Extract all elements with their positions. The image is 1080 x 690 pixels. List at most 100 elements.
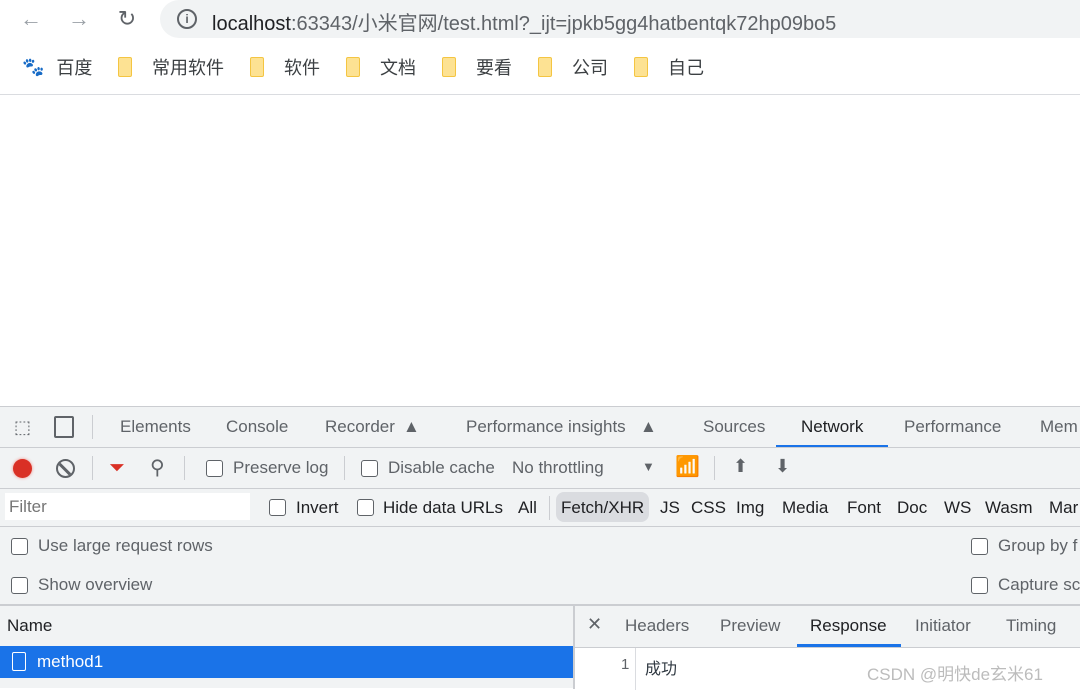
devtools-panel: ⬚ Elements Console Recorder ▲ Performanc…	[0, 406, 1080, 690]
chevron-down-icon: ▼	[642, 459, 655, 474]
folder-icon	[442, 57, 456, 77]
column-header-name[interactable]: Name	[7, 616, 52, 636]
back-button[interactable]: ←	[16, 4, 46, 34]
browser-toolbar: ← → ↻ i localhost:63343/小米官网/test.html?_…	[0, 0, 1080, 40]
bookmark-label: 百度	[56, 58, 93, 78]
filter-type-font[interactable]: Font	[847, 498, 881, 518]
show-overview-label: Show overview	[38, 575, 153, 594]
tab-network[interactable]: Network	[801, 417, 863, 437]
url-host: localhost	[212, 13, 291, 35]
group-by-frame-checkbox[interactable]	[971, 538, 988, 555]
info-icon[interactable]: i	[177, 9, 197, 29]
bookmark-label: 文档	[380, 58, 416, 78]
inspect-element-icon[interactable]: ⬚	[14, 417, 31, 438]
tab-performance-insights[interactable]: Performance insights	[466, 417, 626, 437]
line-number: 1	[621, 656, 630, 673]
flask-icon: ▲	[640, 417, 657, 436]
tab-memory[interactable]: Mem	[1040, 417, 1078, 437]
large-rows-label: Use large request rows	[38, 536, 213, 555]
flask-icon: ▲	[403, 417, 420, 436]
preserve-log-label: Preserve log	[233, 458, 329, 477]
folder-icon	[250, 57, 264, 77]
folder-icon	[538, 57, 552, 77]
bookmark-label: 要看	[476, 58, 512, 78]
disable-cache-label: Disable cache	[388, 458, 495, 477]
filter-type-css[interactable]: CSS	[691, 498, 726, 518]
detail-tab-headers[interactable]: Headers	[625, 616, 689, 636]
bookmark-folder[interactable]: 软件	[250, 54, 320, 80]
bookmarks-bar: 🐾 百度 常用软件 软件 文档 要看 公司 自己	[0, 48, 1080, 86]
filter-input[interactable]	[5, 493, 250, 520]
import-har-icon[interactable]: ⬆	[733, 456, 748, 477]
detail-tab-initiator[interactable]: Initiator	[915, 616, 971, 636]
hide-data-urls-checkbox[interactable]	[357, 499, 374, 516]
devtools-tabs: ⬚ Elements Console Recorder ▲ Performanc…	[0, 407, 1080, 448]
filter-type-all[interactable]: All	[518, 498, 537, 518]
invert-checkbox[interactable]	[269, 499, 286, 516]
group-by-frame-label: Group by f	[998, 536, 1078, 555]
folder-icon	[634, 57, 648, 77]
filter-type-manifest[interactable]: Mar	[1049, 498, 1078, 518]
tab-sources[interactable]: Sources	[703, 417, 765, 437]
filter-type-doc[interactable]: Doc	[897, 498, 927, 518]
device-toolbar-icon[interactable]	[54, 416, 74, 438]
bookmark-label: 公司	[572, 58, 608, 78]
divider	[0, 94, 1080, 95]
response-body[interactable]: 1 成功 CSDN @明快de玄米61	[575, 647, 1080, 690]
filter-type-ws[interactable]: WS	[944, 498, 971, 518]
close-icon[interactable]: ✕	[587, 614, 602, 635]
bookmark-folder[interactable]: 常用软件	[118, 54, 224, 80]
bookmark-folder[interactable]: 公司	[538, 54, 608, 80]
detail-tab-timing[interactable]: Timing	[1006, 616, 1056, 636]
detail-tab-preview[interactable]: Preview	[720, 616, 780, 636]
filter-icon[interactable]: ⏷	[109, 457, 125, 480]
forward-button[interactable]: →	[64, 4, 94, 34]
clear-button[interactable]	[56, 459, 75, 478]
bookmark-baidu[interactable]: 🐾 百度	[22, 54, 92, 80]
detail-tab-response[interactable]: Response	[810, 616, 887, 636]
folder-icon	[346, 57, 360, 77]
bookmark-folder[interactable]: 文档	[346, 54, 416, 80]
filter-bar: Invert Hide data URLs All Fetch/XHR JS C…	[0, 489, 1080, 527]
filter-type-wasm[interactable]: Wasm	[985, 498, 1033, 518]
request-name: method1	[37, 652, 104, 671]
network-conditions-icon[interactable]: 📶	[675, 454, 700, 479]
request-row[interactable]: method1	[0, 646, 574, 678]
requests-list: Name method1	[0, 606, 574, 689]
bookmark-label: 常用软件	[152, 58, 224, 78]
tab-console[interactable]: Console	[226, 417, 288, 437]
network-settings: Use large request rows Show overview Gro…	[0, 527, 1080, 605]
hide-data-urls-label: Hide data URLs	[383, 498, 504, 517]
document-icon	[12, 652, 26, 671]
large-rows-checkbox[interactable]	[11, 538, 28, 555]
watermark: CSDN @明快de玄米61	[867, 665, 1043, 684]
reload-button[interactable]: ↻	[112, 4, 142, 34]
throttling-select[interactable]: No throttling	[512, 458, 604, 478]
capture-screenshots-label: Capture sc	[998, 575, 1080, 594]
network-toolbar: ⏷ ⚲ Preserve log Disable cache No thrott…	[0, 448, 1080, 488]
search-icon[interactable]: ⚲	[150, 455, 165, 480]
folder-icon	[118, 57, 132, 77]
tab-elements[interactable]: Elements	[120, 417, 191, 437]
response-text: 成功	[645, 661, 678, 678]
bookmark-folder[interactable]: 要看	[442, 54, 512, 80]
preserve-log-checkbox[interactable]	[206, 460, 223, 477]
filter-type-js[interactable]: JS	[660, 498, 680, 518]
bookmark-folder[interactable]: 自己	[634, 54, 704, 80]
tab-recorder[interactable]: Recorder	[325, 417, 395, 437]
disable-cache-checkbox[interactable]	[361, 460, 378, 477]
show-overview-checkbox[interactable]	[11, 577, 28, 594]
export-har-icon[interactable]: ⬇	[775, 456, 790, 477]
bookmark-label: 自己	[668, 58, 704, 78]
filter-type-img[interactable]: Img	[736, 498, 764, 518]
capture-screenshots-checkbox[interactable]	[971, 577, 988, 594]
invert-label: Invert	[296, 498, 339, 517]
request-detail: ✕ Headers Preview Response Initiator Tim…	[575, 606, 1080, 690]
url-path: :63343/小米官网/test.html?_ijt=jpkb5gg4hatbe…	[290, 13, 837, 35]
tab-performance[interactable]: Performance	[904, 417, 1001, 437]
bookmark-label: 软件	[284, 58, 320, 78]
filter-type-fetch-xhr[interactable]: Fetch/XHR	[561, 498, 644, 518]
filter-type-media[interactable]: Media	[782, 498, 828, 518]
record-button[interactable]	[13, 459, 32, 478]
baidu-icon: 🐾	[22, 56, 45, 77]
